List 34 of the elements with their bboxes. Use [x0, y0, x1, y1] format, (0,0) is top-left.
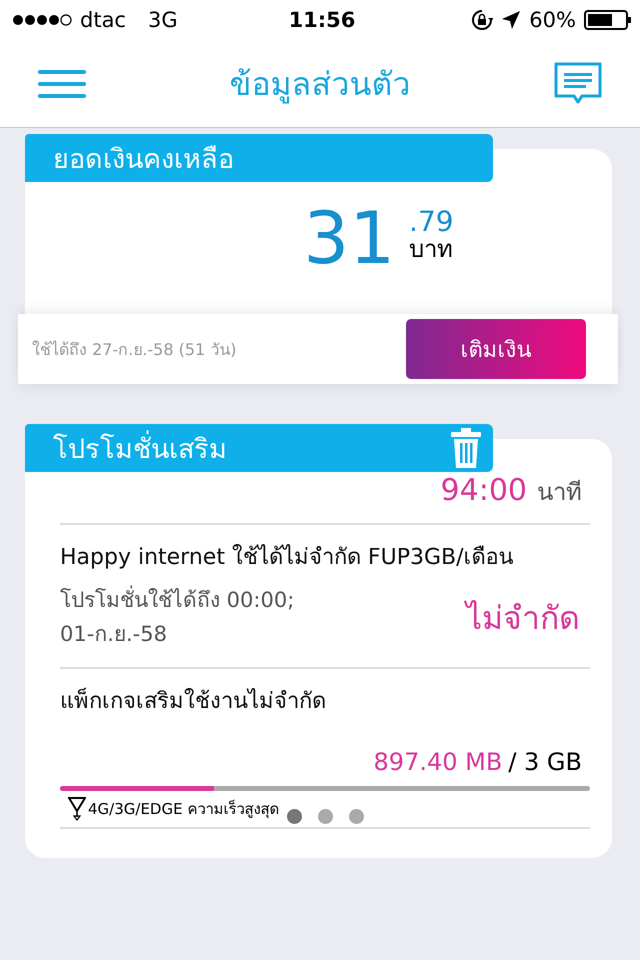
package-name: Happy internet ใช้ได้ไม่จำกัด FUP3GB/เดือน [60, 543, 515, 572]
minutes-unit: นาที [537, 477, 582, 508]
used-amount: 897.40 MB [374, 748, 502, 776]
antenna-icon [68, 797, 86, 822]
menu-icon [38, 68, 86, 100]
package-name: แพ็กเกจเสริมใช้งานไม่จำกัด [60, 686, 327, 716]
network-type: 3G [148, 8, 178, 32]
network-note: 4G/3G/EDGE ความเร็วสูงสุด [88, 798, 280, 820]
location-arrow-icon [501, 10, 522, 30]
balance-decimal: .79 [409, 208, 454, 236]
validity-text: ใช้ได้ถึง 27-ก.ย.-58 (51 วัน) [32, 338, 237, 360]
battery-icon [584, 10, 632, 30]
unlimited-value: ไม่จำกัด [466, 598, 581, 640]
minutes-value: 94:00 [440, 473, 527, 508]
validity-text: โปรโมชั่นใช้ได้ถึง 00:00; 01-ก.ย.-58 [60, 584, 294, 652]
clock-time: 11:56 [288, 8, 356, 32]
carrier-name: dtac [80, 8, 126, 32]
menu-button[interactable] [38, 68, 86, 100]
balance-amount: 31 [303, 202, 396, 274]
battery-percent: 60% [529, 8, 576, 32]
page-dot[interactable] [348, 809, 364, 824]
trash-icon [451, 428, 481, 468]
page-dot[interactable] [318, 809, 332, 824]
top-up-button[interactable]: เติมเงิน [406, 319, 586, 379]
rotation-lock-icon [471, 9, 494, 31]
message-icon [554, 62, 602, 106]
page-title: ข้อมูลส่วนตัว [230, 64, 410, 106]
section-title: ยอดเงินคงเหลือ [53, 142, 234, 176]
section-title: โปรโมชั่นเสริม [53, 426, 227, 470]
messages-button[interactable] [554, 62, 602, 106]
signal-icon [12, 12, 72, 28]
total-amount: / 3 GB [508, 748, 582, 776]
page-dot[interactable] [286, 809, 302, 824]
currency-unit: บาท [409, 236, 454, 262]
